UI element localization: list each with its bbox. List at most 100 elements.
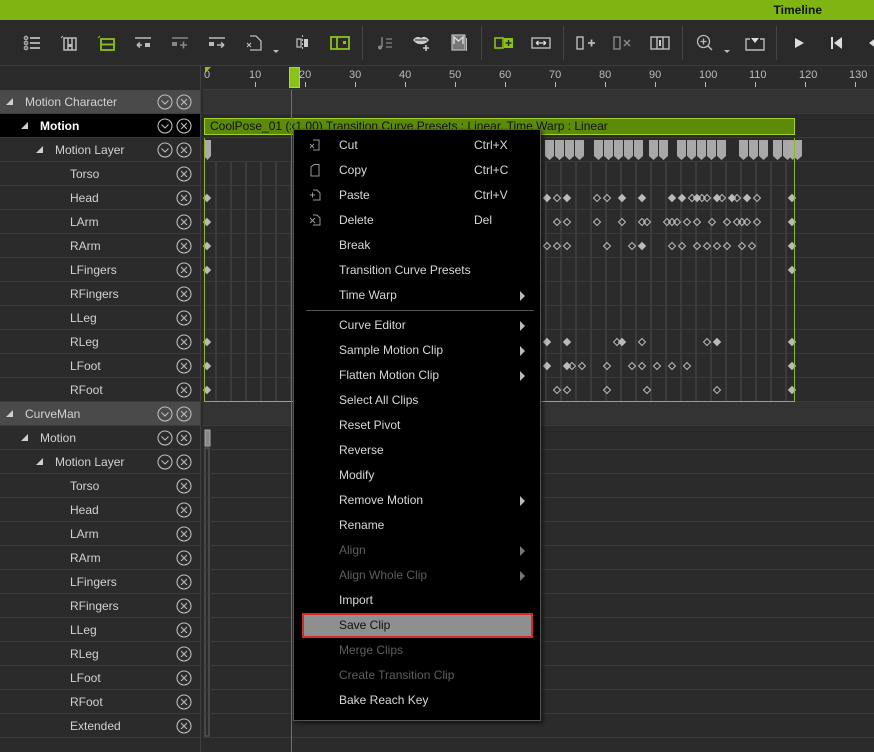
- menu-item-copy[interactable]: Copy Ctrl+C: [294, 158, 540, 183]
- remove-circle-icon[interactable]: [176, 214, 192, 230]
- tree-row-bone[interactable]: LFingers: [0, 258, 200, 282]
- remove-circle-icon[interactable]: [176, 598, 192, 614]
- collapse-circle-icon[interactable]: [157, 430, 173, 446]
- menu-item-reset-pivot[interactable]: Reset Pivot: [294, 413, 540, 438]
- menu-item-remove-motion[interactable]: Remove Motion: [294, 488, 540, 513]
- remove-circle-icon[interactable]: [176, 166, 192, 182]
- export-icon[interactable]: [743, 31, 767, 55]
- expand-triangle-icon[interactable]: [21, 434, 28, 441]
- show-selected-track-icon[interactable]: [57, 31, 81, 55]
- menu-item-modify[interactable]: Modify: [294, 463, 540, 488]
- tree-row-bone[interactable]: LArm: [0, 522, 200, 546]
- tree-row-bone[interactable]: Head: [0, 186, 200, 210]
- menu-item-curve-editor[interactable]: Curve Editor: [294, 313, 540, 338]
- tree-row-bone[interactable]: RFingers: [0, 594, 200, 618]
- track-row[interactable]: [203, 90, 874, 114]
- tree-row-bone[interactable]: RArm: [0, 234, 200, 258]
- remove-circle-icon[interactable]: [176, 430, 192, 446]
- expand-triangle-icon[interactable]: [36, 146, 43, 153]
- tree-row-bone[interactable]: RArm: [0, 546, 200, 570]
- menu-item-delete[interactable]: Delete Del: [294, 208, 540, 233]
- key-filter-dropdown-icon[interactable]: [272, 44, 280, 53]
- remove-circle-icon[interactable]: [176, 622, 192, 638]
- key-filter-icon[interactable]: [242, 31, 266, 55]
- expand-triangle-icon[interactable]: [21, 122, 28, 129]
- menu-item-time-warp[interactable]: Time Warp: [294, 283, 540, 308]
- add-frames-icon[interactable]: [574, 31, 598, 55]
- menu-item-sample-motion-clip[interactable]: Sample Motion Clip: [294, 338, 540, 363]
- remove-circle-icon[interactable]: [176, 382, 192, 398]
- tree-row-bone[interactable]: RFingers: [0, 282, 200, 306]
- tree-row-bone[interactable]: LFoot: [0, 354, 200, 378]
- tree-row-bone[interactable]: LFoot: [0, 666, 200, 690]
- expand-triangle-icon[interactable]: [6, 98, 13, 105]
- tree-row-bone[interactable]: RFoot: [0, 690, 200, 714]
- collapse-circle-icon[interactable]: [157, 406, 173, 422]
- menu-item-save-clip[interactable]: Save Clip: [302, 613, 533, 638]
- menu-item-paste[interactable]: Paste Ctrl+V: [294, 183, 540, 208]
- menu-item-rename[interactable]: Rename: [294, 513, 540, 538]
- tree-row-bone[interactable]: LLeg: [0, 306, 200, 330]
- remove-circle-icon[interactable]: [176, 502, 192, 518]
- split-key-icon[interactable]: [291, 31, 315, 55]
- tree-row-motion-layer[interactable]: Motion Layer: [0, 138, 200, 162]
- remove-circle-icon[interactable]: [176, 334, 192, 350]
- remove-circle-icon[interactable]: [176, 670, 192, 686]
- remove-circle-icon[interactable]: [176, 310, 192, 326]
- go-to-start-icon[interactable]: [825, 31, 849, 55]
- remove-circle-icon[interactable]: [176, 574, 192, 590]
- frame-ruler[interactable]: 0 10 20 30 40 50 60 70 80 90 100 110 120 130: [203, 66, 874, 90]
- remove-circle-icon[interactable]: [176, 454, 192, 470]
- remove-circle-icon[interactable]: [176, 286, 192, 302]
- tree-row-character[interactable]: Motion Character: [0, 90, 200, 114]
- collapse-tracks-left-icon[interactable]: [131, 31, 155, 55]
- collapse-circle-icon[interactable]: [157, 454, 173, 470]
- menu-item-break[interactable]: Break: [294, 233, 540, 258]
- tree-row-motion[interactable]: Motion: [0, 114, 200, 138]
- remove-frames-icon[interactable]: [611, 31, 635, 55]
- remove-circle-icon[interactable]: [176, 190, 192, 206]
- show-all-tracks-icon[interactable]: [94, 31, 118, 55]
- collapse-circle-icon[interactable]: [157, 142, 173, 158]
- tree-row-bone[interactable]: LArm: [0, 210, 200, 234]
- tree-row-bone[interactable]: Torso: [0, 474, 200, 498]
- menu-item-flatten-motion-clip[interactable]: Flatten Motion Clip: [294, 363, 540, 388]
- tree-row-motion-layer[interactable]: Motion Layer: [0, 450, 200, 474]
- tree-row-motion[interactable]: Motion: [0, 426, 200, 450]
- expand-triangle-icon[interactable]: [36, 458, 43, 465]
- remove-circle-icon[interactable]: [176, 406, 192, 422]
- track-list-icon[interactable]: [20, 31, 44, 55]
- remove-circle-icon[interactable]: [176, 118, 192, 134]
- tree-row-bone[interactable]: LLeg: [0, 618, 200, 642]
- remove-circle-icon[interactable]: [176, 718, 192, 734]
- motion-layer-icon[interactable]: [447, 31, 471, 55]
- remove-circle-icon[interactable]: [176, 526, 192, 542]
- expand-tracks-right-icon[interactable]: [205, 31, 229, 55]
- tree-row-bone[interactable]: RLeg: [0, 330, 200, 354]
- menu-item-bake-reach-key[interactable]: Bake Reach Key: [294, 688, 540, 713]
- tree-row-bone[interactable]: RLeg: [0, 642, 200, 666]
- menu-item-transition-curve-presets[interactable]: Transition Curve Presets: [294, 258, 540, 283]
- remove-circle-icon[interactable]: [176, 262, 192, 278]
- fit-clip-icon[interactable]: [648, 31, 672, 55]
- collapse-circle-icon[interactable]: [157, 94, 173, 110]
- stretch-clip-icon[interactable]: [529, 31, 553, 55]
- zoom-in-icon[interactable]: [693, 31, 717, 55]
- tree-row-bone[interactable]: Head: [0, 498, 200, 522]
- menu-item-cut[interactable]: Cut Ctrl+X: [294, 133, 540, 158]
- tree-row-bone[interactable]: RFoot: [0, 378, 200, 402]
- add-track-icon[interactable]: [168, 31, 192, 55]
- insert-clip-icon[interactable]: [492, 31, 516, 55]
- menu-item-select-all-clips[interactable]: Select All Clips: [294, 388, 540, 413]
- remove-circle-icon[interactable]: [176, 238, 192, 254]
- remove-circle-icon[interactable]: [176, 694, 192, 710]
- tree-row-bone[interactable]: LFingers: [0, 570, 200, 594]
- remove-circle-icon[interactable]: [176, 142, 192, 158]
- tree-row-bone[interactable]: Extended: [0, 714, 200, 738]
- lips-add-icon[interactable]: [410, 31, 434, 55]
- tree-row-character[interactable]: CurveMan: [0, 402, 200, 426]
- expand-triangle-icon[interactable]: [6, 410, 13, 417]
- music-track-icon[interactable]: [373, 31, 397, 55]
- tree-row-bone[interactable]: Torso: [0, 162, 200, 186]
- clip-mode-icon[interactable]: [328, 31, 352, 55]
